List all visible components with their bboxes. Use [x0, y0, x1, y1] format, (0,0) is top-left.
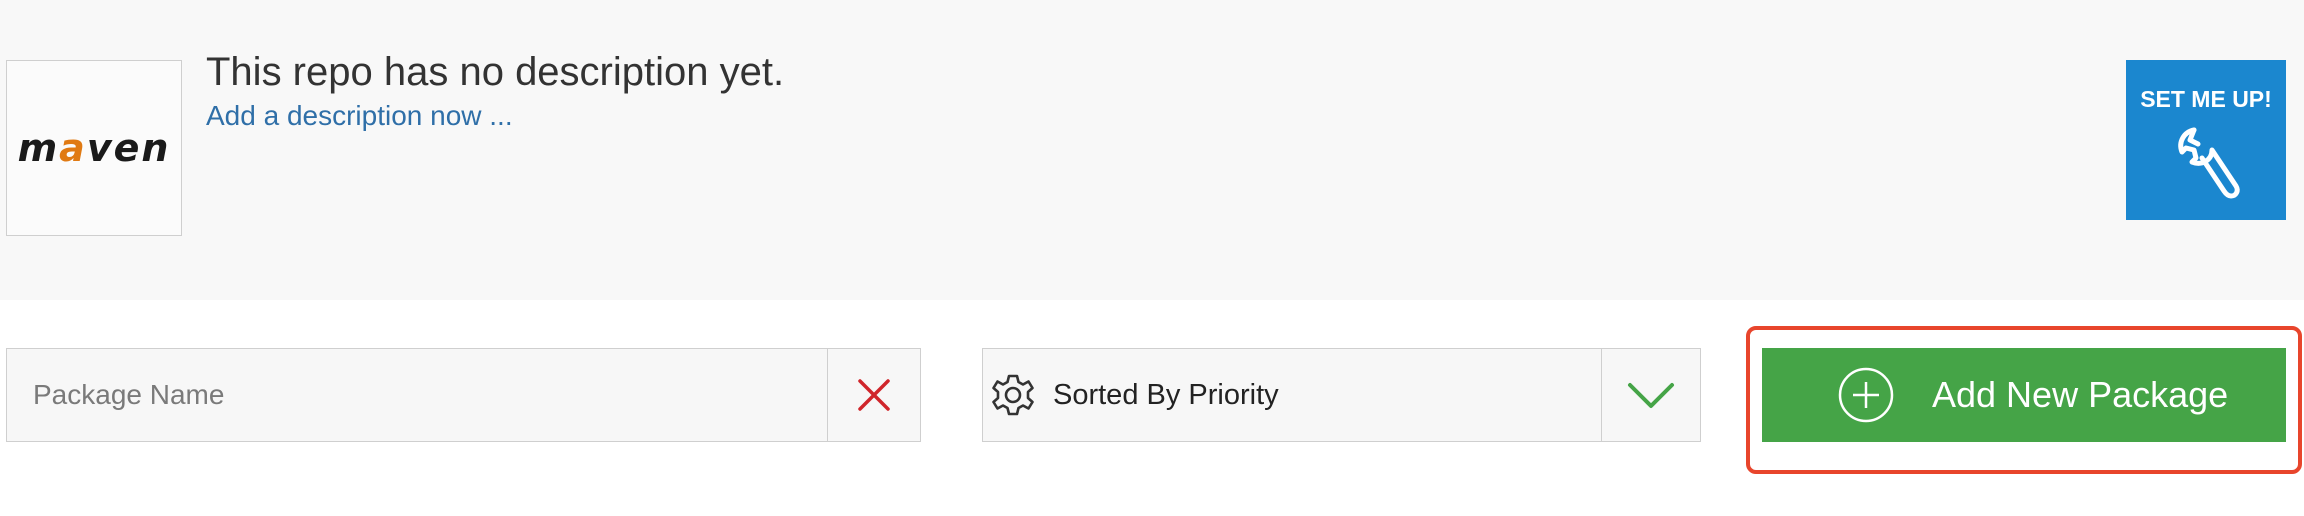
add-new-package-button[interactable]: Add New Package [1762, 348, 2286, 442]
sort-label: Sorted By Priority [1053, 379, 1279, 411]
set-me-up-label: SET ME UP! [2140, 86, 2272, 112]
sort-dropdown[interactable]: Sorted By Priority [982, 348, 1701, 442]
sort-toggle[interactable] [1601, 349, 1700, 441]
add-new-package-label: Add New Package [1932, 374, 2229, 415]
repo-description: This repo has no description yet. [206, 50, 785, 94]
set-me-up-button[interactable]: SET ME UP! [2126, 60, 2286, 220]
close-icon [858, 379, 890, 411]
plus-circle-icon [1838, 367, 1894, 423]
repo-header: maven This repo has no description yet. … [0, 0, 2304, 300]
gear-icon [992, 374, 1034, 416]
wrench-icon [2178, 127, 2240, 199]
package-search [6, 348, 921, 442]
add-description-link[interactable]: Add a description now ... [206, 100, 513, 132]
chevron-down-icon [1628, 383, 1674, 408]
package-name-input[interactable] [7, 349, 827, 441]
repo-logo: maven [6, 60, 182, 236]
maven-logo: maven [17, 126, 171, 170]
clear-search-button[interactable] [827, 349, 920, 441]
